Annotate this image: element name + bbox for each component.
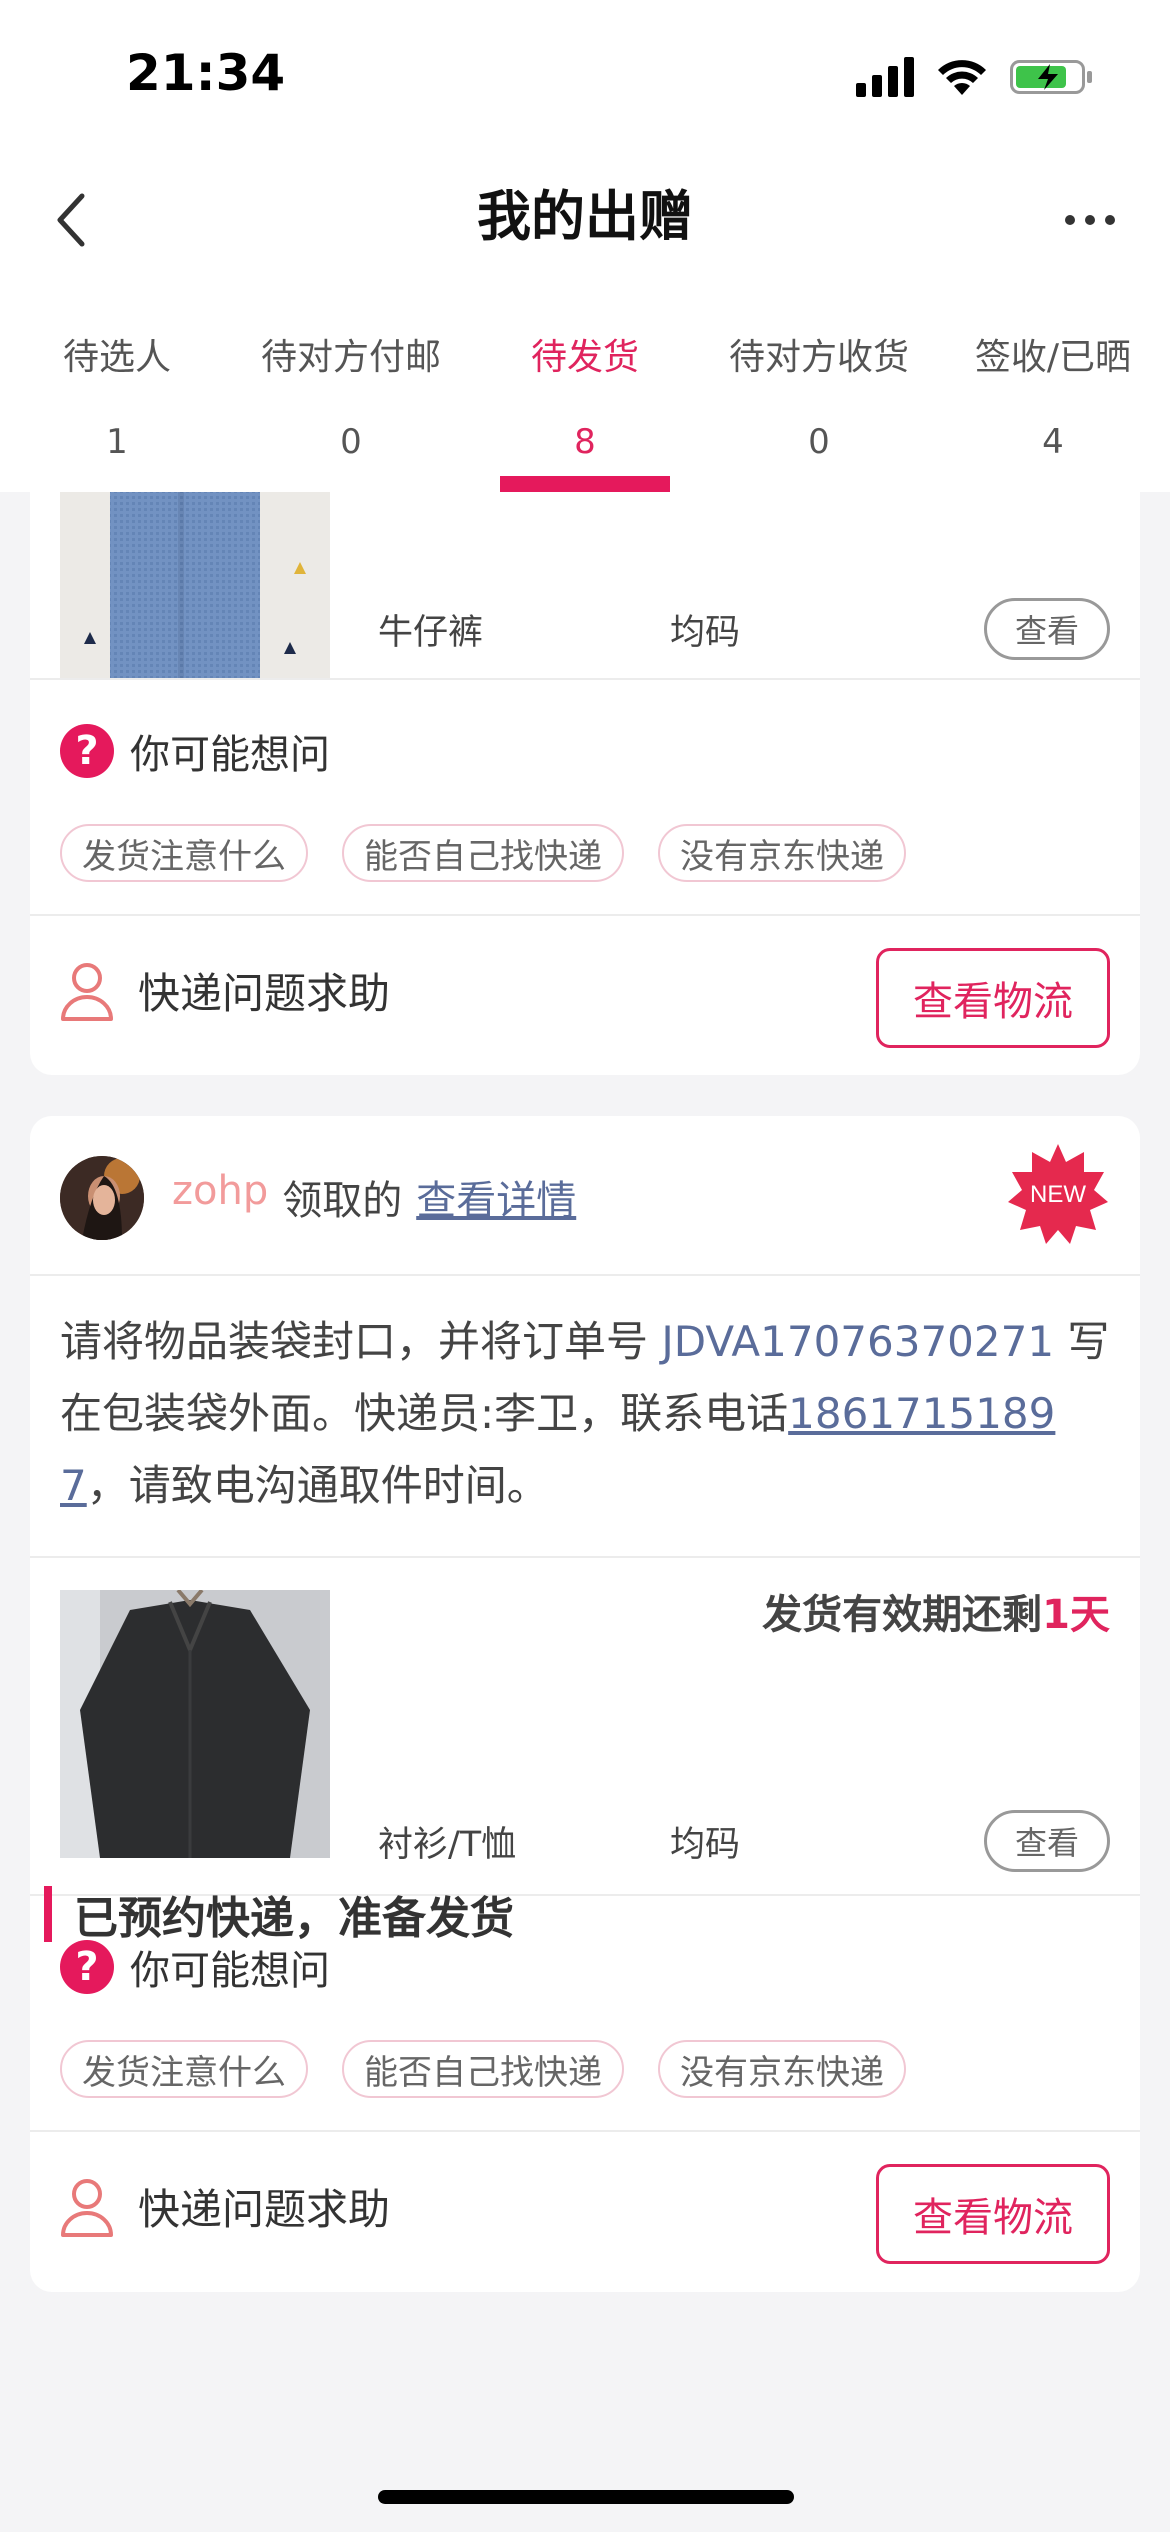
deadline-days: 1天 [1042, 1592, 1110, 1638]
tab-count: 0 [340, 422, 362, 462]
instructions-text: 请将物品装袋封口，并将订单号 [60, 1317, 662, 1366]
status-icons [856, 52, 1094, 102]
divider [30, 1274, 1140, 1276]
help-row: 快递问题求助 查看物流 [30, 2132, 1140, 2292]
faq-chip[interactable]: 发货注意什么 [60, 2040, 308, 2098]
jeans-photo [60, 492, 330, 680]
status-time: 21:34 [126, 44, 286, 102]
status-tabs: 待选人 1 待对方付邮 0 待发货 8 待对方收货 0 签收/已晒 4 [0, 300, 1170, 492]
item-size: 均码 [670, 613, 741, 653]
tab-count: 4 [1042, 422, 1064, 462]
tab-received[interactable]: 签收/已晒 4 [936, 300, 1170, 492]
section-title: 已预约快递，准备发货 [74, 1893, 514, 1944]
shirt-photo [60, 1590, 330, 1858]
item-photo-shirt[interactable] [60, 1590, 330, 1858]
view-logistics-button[interactable]: 查看物流 [876, 2164, 1110, 2264]
faq-chip[interactable]: 没有京东快递 [658, 2040, 906, 2098]
nav-bar: 我的出赠 [0, 150, 1170, 300]
deadline-prefix: 发货有效期还剩 [762, 1592, 1043, 1638]
question-icon: ? [60, 1940, 114, 1994]
tab-label: 待发货 [530, 337, 639, 378]
faq-chips: 发货注意什么 能否自己找快递 没有京东快递 [60, 824, 906, 882]
tab-pending-select[interactable]: 待选人 1 [0, 300, 234, 492]
claim-label: 领取的 [282, 1178, 403, 1224]
help-row: 快递问题求助 查看物流 [30, 916, 1140, 1075]
avatar[interactable] [60, 1156, 144, 1240]
faq-chip[interactable]: 发货注意什么 [60, 824, 308, 882]
section-accent-bar [44, 1886, 52, 1942]
more-dots-icon [1065, 215, 1115, 225]
tab-indicator [500, 476, 670, 492]
faq-chips: 发货注意什么 能否自己找快递 没有京东快递 [60, 2040, 906, 2098]
tab-label: 待选人 [62, 337, 171, 378]
wifi-icon [938, 60, 986, 95]
order-card: 牛仔裤 均码 查看 ? 你可能想问 发货注意什么 能否自己找快递 没有京东快递 [30, 492, 1140, 1075]
item-row: 牛仔裤 均码 查看 [30, 492, 1140, 680]
shipping-deadline: 发货有效期还剩1天 [762, 1582, 1110, 1640]
faq-title-text: 你可能想问 [130, 1948, 330, 1994]
faq-chip[interactable]: 没有京东快递 [658, 824, 906, 882]
claim-text: zohp 领取的 查看详情 [172, 1168, 576, 1226]
question-icon: ? [60, 724, 114, 778]
battery-icon [1010, 60, 1092, 94]
view-item-button[interactable]: 查看 [984, 598, 1110, 660]
tab-pending-receipt[interactable]: 待对方收货 0 [702, 300, 936, 492]
view-details-link[interactable]: 查看详情 [416, 1168, 576, 1226]
status-bar: 21:34 [0, 0, 1170, 150]
page-title: 我的出赠 [477, 185, 693, 248]
item-photo-jeans[interactable] [60, 492, 330, 680]
tab-pending-shipment[interactable]: 待发货 8 [468, 300, 702, 492]
person-icon [61, 2178, 113, 2237]
avatar-image [60, 1156, 144, 1240]
claim-row: zohp 领取的 查看详情 NEW [30, 1116, 1140, 1276]
tab-count: 1 [106, 422, 128, 462]
item-name: 衬衫/T恤 [378, 1825, 517, 1865]
item-row: 发货有效期还剩1天 衬衫/T恤 均码 查看 [30, 1558, 1140, 1894]
section-heading: 已预约快递，准备发货 [44, 1882, 514, 1946]
view-logistics-button[interactable]: 查看物流 [876, 948, 1110, 1048]
home-indicator[interactable] [378, 2490, 794, 2504]
new-badge-text: NEW [1030, 1181, 1086, 1208]
faq-heading: ? 你可能想问 [60, 1938, 330, 1996]
person-icon [61, 962, 113, 1021]
tab-count: 0 [808, 422, 830, 462]
faq-heading: ? 你可能想问 [60, 722, 330, 780]
tab-count: 8 [574, 422, 596, 462]
shipping-instructions: 请将物品装袋封口，并将订单号 JDVA17076370271 写在包装袋外面。快… [60, 1306, 1110, 1522]
claimer-name[interactable]: zohp [172, 1168, 268, 1226]
tab-label: 签收/已晒 [974, 337, 1132, 378]
tab-label: 待对方收货 [728, 337, 909, 378]
order-list[interactable]: 牛仔裤 均码 查看 ? 你可能想问 发货注意什么 能否自己找快递 没有京东快递 [0, 492, 1170, 2532]
signal-icon [856, 57, 914, 97]
faq-title-text: 你可能想问 [130, 732, 330, 778]
courier-help-link[interactable]: 快递问题求助 [60, 960, 390, 1021]
divider [30, 678, 1140, 680]
page: 21:34 我的出赠 待选人 1 待对方付邮 0 待发货 8 待对方收货 0 签… [0, 0, 1170, 2532]
order-number[interactable]: JDVA17076370271 [661, 1317, 1054, 1366]
help-label: 快递问题求助 [138, 969, 391, 1018]
new-badge: NEW [1008, 1144, 1108, 1244]
tab-label: 待对方付邮 [260, 337, 441, 378]
view-item-button[interactable]: 查看 [984, 1810, 1110, 1872]
faq-chip[interactable]: 能否自己找快递 [342, 2040, 624, 2098]
item-size: 均码 [670, 1825, 741, 1865]
tab-pending-postage[interactable]: 待对方付邮 0 [234, 300, 468, 492]
order-card: zohp 领取的 查看详情 NEW 请将物品装袋封口，并将订单号 JDVA170… [30, 1116, 1140, 2292]
more-button[interactable] [1050, 180, 1130, 260]
instructions-text: ，请致电沟通取件时间。 [86, 1461, 549, 1510]
help-label: 快递问题求助 [138, 2185, 391, 2234]
item-name: 牛仔裤 [378, 613, 484, 653]
courier-help-link[interactable]: 快递问题求助 [60, 2176, 390, 2237]
faq-chip[interactable]: 能否自己找快递 [342, 824, 624, 882]
